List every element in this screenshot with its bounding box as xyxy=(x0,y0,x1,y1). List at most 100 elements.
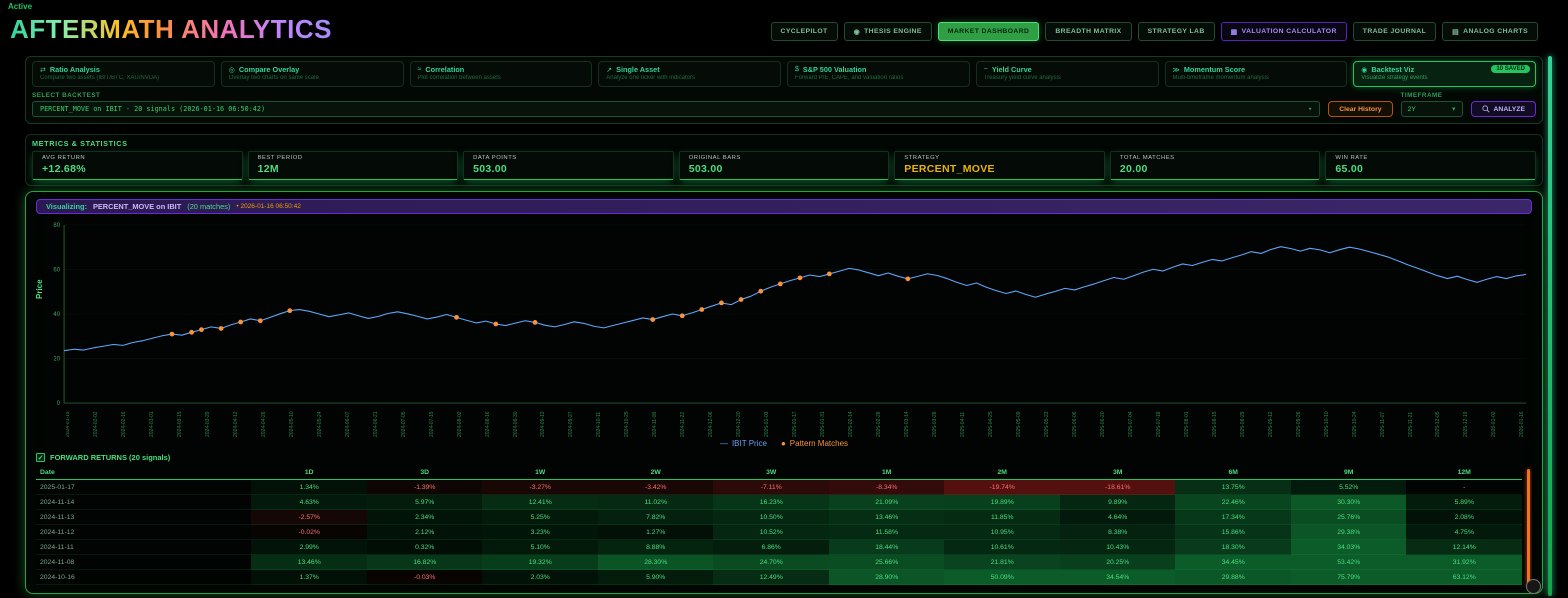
x-tick-label: 2024-07-19 xyxy=(428,411,435,437)
tool-card-subtitle: Analyze one ticker with indicators xyxy=(606,75,695,81)
return-cell: 10.50% xyxy=(713,509,829,525)
x-tick-label: 2024-08-30 xyxy=(512,411,519,437)
nav-label: ANALOG CHARTS xyxy=(1463,28,1528,35)
tool-card-s-p-500-valuation[interactable]: $ S&P 500 Valuation Forward P/E, CAPE, and… xyxy=(787,61,970,87)
x-tick-label: 2025-11-21 xyxy=(1407,411,1414,437)
return-cell: 15.86% xyxy=(1175,524,1291,540)
return-cell: 50.09% xyxy=(944,569,1060,585)
return-cell: 4.75% xyxy=(1406,524,1522,540)
nav-valuation-calculator[interactable]: ▦ VALUATION CALCULATOR xyxy=(1220,22,1347,41)
tool-card-title: Correlation xyxy=(425,65,465,74)
overlay-icon: ◎ xyxy=(228,66,235,74)
nav-analog-charts[interactable]: ▤ ANALOG CHARTS xyxy=(1442,22,1538,41)
viz-header: Visualizing: PERCENT_MOVE on IBIT (20 ma… xyxy=(36,199,1532,214)
saved-count-badge: 10 SAVED xyxy=(1491,65,1530,73)
tool-card-yield-curve[interactable]: ~ Yield Curve Treasury yield curve analysi… xyxy=(975,61,1159,87)
x-axis-labels: 2024-01-19 2024-02-02 2024-02-16 2024-03-01… xyxy=(66,410,1526,437)
table-row[interactable]: 2024-11-14 4.63% 5.97% 12.41% 11.02% 16.23% 21… xyxy=(36,494,1522,510)
tool-card-backtest-viz[interactable]: ◉ Backtest Viz Visualize strategy events 10… xyxy=(1353,61,1536,87)
x-tick-label: 2025-03-14 xyxy=(904,411,911,437)
nav-cyclepilot[interactable]: CYCLEPILOT xyxy=(770,22,838,41)
ibit-price-chart[interactable]: 0 20 40 60 80 xyxy=(36,219,1532,409)
return-cell: 12.49% xyxy=(713,569,829,585)
forward-returns-section: ✓ FORWARD RETURNS (20 signals) Date 1D 3D 1… xyxy=(36,453,1532,589)
analyze-button[interactable]: ANALYZE xyxy=(1470,101,1536,117)
tool-card-single-asset[interactable]: ↗ Single Asset Analyze one ticker with ind… xyxy=(598,61,781,87)
return-cell: 2.08% xyxy=(1406,509,1522,525)
return-cell: -19.74% xyxy=(944,479,1060,495)
timeframe-select[interactable]: 2Y ▾ xyxy=(1400,101,1463,117)
momentum-icon: ≫ xyxy=(1172,66,1180,74)
x-tick-label: 2026-01-16 xyxy=(1519,411,1526,437)
x-tick-label: 2025-02-28 xyxy=(876,411,883,437)
x-tick-label: 2025-08-01 xyxy=(1183,411,1190,437)
checkbox-icon[interactable]: ✓ xyxy=(36,453,45,462)
page-scrollbar[interactable] xyxy=(1548,56,1552,596)
legend-ibit-price: — IBIT Price xyxy=(719,439,767,448)
tool-card-subtitle: Compare two assets (IBIT/BTC, XAU/NVDA) xyxy=(40,75,160,81)
return-cell: 2.99% xyxy=(251,539,367,555)
table-row[interactable]: 2024-10-16 1.37% -0.03% 2.03% 5.90% 12.49% 28.… xyxy=(36,569,1522,585)
x-tick-label: 2025-07-18 xyxy=(1155,411,1162,437)
table-row[interactable]: 2025-01-17 1.34% -1.39% -3.27% -3.42% -7.11% -… xyxy=(36,479,1522,495)
return-cell: 8.88% xyxy=(597,539,714,555)
table-row[interactable]: 2024-11-13 -2.57% 2.34% 5.25% 7.82% 10.50% 13.… xyxy=(36,509,1522,525)
forward-returns-table: Date 1D 3D 1W 2W 3W 1M 2M 3M 6M 9M 12M 2025-01-17 1.3… xyxy=(36,466,1522,585)
x-tick-label: 2024-02-02 xyxy=(92,411,99,437)
x-tick-label: 2025-10-10 xyxy=(1323,411,1330,437)
nav-market-dashboard[interactable]: MARKET DASHBOARD xyxy=(937,22,1040,41)
clear-history-button[interactable]: Clear History xyxy=(1328,101,1393,117)
tool-card-momentum-score[interactable]: ≫ Momentum Score Multi-timeframe momentum … xyxy=(1164,61,1348,87)
nav-label: THESIS ENGINE xyxy=(864,28,922,35)
x-tick-label: 2025-09-12 xyxy=(1267,411,1274,437)
table-row[interactable]: 2024-11-08 13.46% 16.82% 19.32% 28.30% 24.70%… xyxy=(36,554,1522,570)
backtest-select[interactable]: PERCENT_MOVE on IBIT - 20 signals (2026-… xyxy=(32,101,1321,117)
metric-value: 12M xyxy=(257,163,279,175)
metric-label: BEST PERIOD xyxy=(257,155,303,161)
table-scrollbar[interactable] xyxy=(1527,469,1530,587)
return-cell: 25.76% xyxy=(1290,509,1407,525)
column-header-6m: 6M xyxy=(1175,466,1291,480)
tool-card-subtitle: Visualize strategy events xyxy=(1361,75,1428,81)
table-row[interactable]: 2024-11-12 -0.02% 2.12% 3.23% 1.27% 10.52% 11.… xyxy=(36,524,1522,540)
return-cell: 22.46% xyxy=(1175,494,1291,510)
return-cell: 24.70% xyxy=(713,554,829,570)
column-header-date: Date xyxy=(36,466,252,480)
svg-text:80: 80 xyxy=(53,223,60,229)
x-tick-label: 2025-07-04 xyxy=(1127,411,1134,437)
return-cell: -2.57% xyxy=(251,509,367,525)
tool-card-ratio-analysis[interactable]: ⇄ Ratio Analysis Compare two assets (IBIT/… xyxy=(32,61,215,87)
return-cell: 29.38% xyxy=(1290,524,1407,540)
x-tick-label: 2025-06-20 xyxy=(1099,411,1106,437)
tool-card-title: Yield Curve xyxy=(991,65,1032,74)
return-cell: 13.46% xyxy=(251,554,367,570)
return-cell: 19.89% xyxy=(944,494,1060,510)
nav-label: BREADTH MATRIX xyxy=(1055,28,1122,35)
return-cell: 18.44% xyxy=(828,539,945,555)
nav-thesis-engine[interactable]: ◉ THESIS ENGINE xyxy=(843,22,932,41)
dev-indicator[interactable] xyxy=(1526,579,1541,594)
metric-label: WIN RATE xyxy=(1335,155,1368,161)
x-tick-label: 2024-05-24 xyxy=(316,411,323,437)
signal-date: 2024-11-14 xyxy=(36,494,252,510)
metric-label: DATA POINTS xyxy=(473,155,517,161)
tool-card-title: Ratio Analysis xyxy=(49,65,100,74)
nav-trade-journal[interactable]: TRADE JOURNAL xyxy=(1352,22,1437,41)
main-nav: CYCLEPILOT ◉ THESIS ENGINE MARKET DASHBOARD… xyxy=(770,22,1538,41)
return-cell: 2.12% xyxy=(366,524,483,540)
x-tick-label: 2024-06-21 xyxy=(372,411,379,437)
analog-charts-icon: ▤ xyxy=(1452,28,1460,36)
x-tick-label: 2025-12-05 xyxy=(1435,411,1442,437)
table-row[interactable]: 2024-11-11 2.99% 0.32% 5.10% 8.88% 6.86% 18.44… xyxy=(36,539,1522,555)
nav-breadth-matrix[interactable]: BREADTH MATRIX xyxy=(1045,22,1132,41)
nav-label: TRADE JOURNAL xyxy=(1362,28,1427,35)
tool-card-compare-overlay[interactable]: ◎ Compare Overlay Overlay two charts on sa… xyxy=(220,61,404,87)
nav-strategy-lab[interactable]: STRATEGY LAB xyxy=(1137,22,1215,41)
metric-label: AVG RETURN xyxy=(42,155,86,161)
x-tick-label: 2024-03-15 xyxy=(176,411,183,437)
nav-label: STRATEGY LAB xyxy=(1147,28,1205,35)
viz-strategy-name: PERCENT_MOVE on IBIT xyxy=(92,202,182,211)
return-cell: -0.03% xyxy=(366,569,483,585)
tool-card-correlation[interactable]: ≈ Correlation Plot correlation between ass… xyxy=(409,61,593,87)
chevron-down-icon: ▾ xyxy=(1307,105,1313,113)
